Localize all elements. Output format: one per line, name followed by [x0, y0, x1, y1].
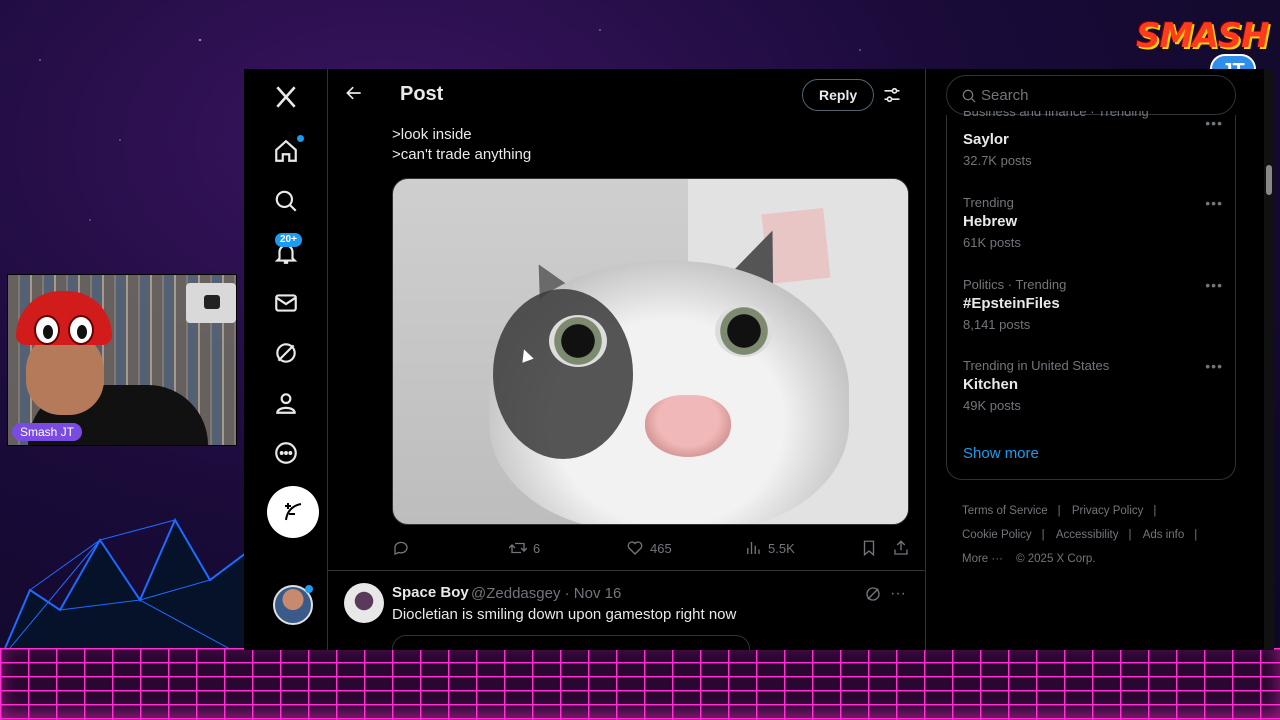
trend-category: Trending — [963, 195, 1014, 210]
trend-category: Politics · Trending — [963, 277, 1067, 292]
profile-icon[interactable] — [272, 389, 300, 417]
page-title: Post — [400, 83, 444, 105]
privacy-link[interactable]: Privacy Policy — [1072, 505, 1144, 517]
home-icon[interactable] — [272, 137, 300, 165]
repost-action[interactable]: 6 — [509, 539, 540, 557]
trend-count: 61K posts — [963, 235, 1021, 250]
play-icon — [204, 295, 220, 309]
mail-icon[interactable] — [272, 289, 300, 317]
share-button[interactable] — [892, 539, 910, 557]
bar-chart-icon — [747, 542, 760, 554]
webcam-overlay: Smash JT — [7, 274, 237, 446]
more-options-icon[interactable]: ••• — [1205, 358, 1223, 374]
divider — [328, 570, 925, 571]
feather-plus-icon — [285, 503, 302, 521]
trend-name: Hebrew — [963, 213, 1018, 230]
copyright: © 2025 X Corp. — [1016, 553, 1096, 565]
share-icon — [894, 540, 908, 555]
like-action[interactable]: 465 — [626, 539, 672, 557]
trend-name: Kitchen — [963, 376, 1019, 393]
trend-item[interactable]: Business and finance · Trending Saylor 3… — [963, 111, 1223, 168]
search-icon[interactable] — [272, 187, 300, 215]
grok-icon[interactable] — [864, 585, 882, 603]
comment-icon — [394, 541, 408, 555]
x-logo-icon[interactable] — [272, 83, 300, 111]
cat-eye-right — [715, 305, 773, 357]
post-header: Post Reply — [328, 69, 925, 121]
trend-count: 32.7K posts — [963, 153, 1032, 168]
cookie-link[interactable]: Cookie Policy — [962, 529, 1032, 541]
more-options-icon[interactable]: ··· — [890, 585, 908, 603]
ads-info-link[interactable]: Ads info — [1143, 529, 1185, 541]
trend-count: 8,141 posts — [963, 317, 1031, 332]
like-count: 465 — [650, 540, 672, 556]
trend-category: Business and finance · Trending — [963, 111, 1149, 119]
left-navigation: 20+ — [244, 69, 328, 650]
trends-panel: Business and finance · Trending Saylor 3… — [946, 111, 1236, 480]
x-app-window: 20+ Post Reply >look inside >can't trade… — [244, 69, 1274, 650]
accessibility-link[interactable]: Accessibility — [1056, 529, 1119, 541]
compose-post-button[interactable] — [267, 486, 319, 538]
repost-count: 6 — [533, 540, 541, 556]
footer-links: Terms of Service | Privacy Policy | Cookie… — [962, 505, 1198, 565]
repost-icon — [509, 542, 527, 554]
grok-icon[interactable] — [272, 339, 300, 367]
trend-item[interactable]: Trending in United States Kitchen 49K po… — [963, 358, 1223, 413]
trend-count: 49K posts — [963, 398, 1021, 413]
more-circle-icon[interactable] — [272, 439, 300, 467]
trend-category: Trending in United States — [963, 358, 1110, 373]
reply-button[interactable]: Reply — [802, 79, 875, 111]
reply-avatar[interactable] — [344, 583, 384, 623]
terms-link[interactable]: Terms of Service — [962, 505, 1048, 517]
cat-eye-left — [549, 315, 607, 367]
hat-eye-right — [68, 315, 94, 345]
bookmark-button[interactable] — [860, 539, 878, 557]
more-options-icon[interactable]: ••• — [1205, 115, 1223, 131]
scrollbar-thumb[interactable] — [1266, 165, 1272, 195]
account-status-dot — [305, 585, 313, 593]
more-options-icon[interactable]: ••• — [1205, 277, 1223, 293]
reply-text: Diocletian is smiling down upon gamestop… — [392, 606, 737, 623]
hat-eye-left — [34, 315, 60, 345]
reply-media-preview[interactable] — [392, 635, 750, 650]
reply-action[interactable] — [392, 539, 416, 557]
bookmark-icon — [863, 540, 875, 557]
show-more-link[interactable]: Show more — [963, 445, 1039, 462]
webcam-name-tag: Smash JT — [12, 423, 83, 441]
sliders-icon[interactable] — [882, 85, 902, 105]
right-sidebar: Business and finance · Trending Saylor 3… — [926, 69, 1274, 650]
more-options-icon[interactable]: ••• — [1205, 195, 1223, 211]
neon-grid-floor — [0, 648, 1280, 720]
reply-author-name[interactable]: Space Boy — [392, 584, 469, 601]
cat-dark-patch — [493, 289, 633, 459]
post-image-cat[interactable] — [392, 178, 909, 525]
trend-name: #EpsteinFiles — [963, 295, 1060, 312]
logo-text: SMASH — [1136, 16, 1270, 56]
heart-icon — [627, 541, 643, 555]
youtube-plaque — [186, 283, 236, 323]
search-input[interactable] — [981, 76, 1221, 114]
more-link[interactable]: More ··· — [962, 553, 1003, 565]
main-column: Post Reply >look inside >can't trade any… — [328, 69, 926, 650]
search-icon — [962, 89, 976, 103]
post-text-line: >can't trade anything — [392, 146, 532, 163]
post-actions: 6 465 5.5K — [392, 539, 914, 559]
trend-item[interactable]: Politics · Trending #EpsteinFiles 8,141 … — [963, 277, 1223, 332]
view-count: 5.5K — [768, 540, 795, 556]
trend-name: Saylor — [963, 131, 1009, 148]
cat-nose — [645, 395, 731, 457]
notifications-badge: 20+ — [275, 233, 302, 247]
views-action[interactable]: 5.5K — [744, 539, 795, 557]
post-text-line: >look inside — [392, 126, 472, 143]
trend-item[interactable]: Trending Hebrew 61K posts ••• — [963, 195, 1223, 250]
home-unread-dot — [297, 135, 304, 142]
neon-mountains — [0, 517, 250, 660]
back-arrow-icon[interactable] — [344, 83, 368, 107]
scrollbar[interactable] — [1264, 69, 1274, 650]
reply-author-handle-date[interactable]: @Zeddasgey · Nov 16 — [471, 585, 621, 602]
search-box[interactable] — [946, 75, 1236, 115]
